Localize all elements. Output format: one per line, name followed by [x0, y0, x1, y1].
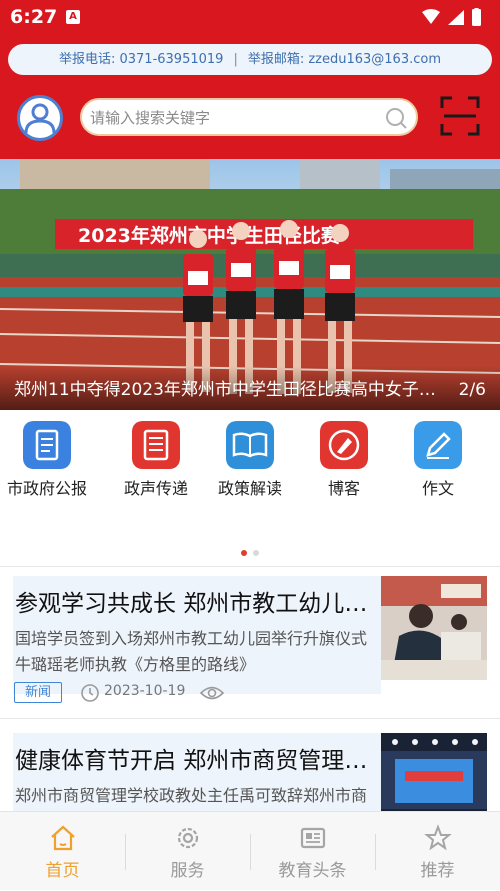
- news-divider: [0, 718, 500, 719]
- pen-nib-icon: [320, 421, 368, 469]
- news-date: 2023-10-19: [104, 683, 186, 699]
- news-thumbnail[interactable]: [381, 576, 487, 680]
- quick-links-page-indicator: [0, 541, 500, 556]
- report-phone: 举报电话: 0371-63951019: [58, 52, 224, 67]
- tab-home[interactable]: 首页: [0, 812, 125, 891]
- status-bar: 6:27 A: [0, 0, 500, 36]
- search-icon[interactable]: [384, 106, 408, 130]
- report-email: 举报邮箱: zzedu163@163.com: [247, 52, 442, 67]
- tab-label: 服务: [170, 861, 205, 881]
- gazette-icon: [23, 421, 71, 469]
- page-dot-active[interactable]: [241, 550, 247, 556]
- quick-link-policy-voice[interactable]: 政声传递: [109, 421, 203, 499]
- tab-services[interactable]: 服务: [125, 812, 250, 891]
- news-item[interactable]: 参观学习共成长 郑州市教工幼儿园迎来国培学员 国培学员签到入场郑州市教工幼儿园举…: [0, 576, 500, 726]
- search-box[interactable]: [80, 98, 418, 136]
- system-status-icons: [422, 8, 481, 26]
- report-hotline-bar: 举报电话: 0371-63951019 | 举报邮箱: zzedu163@163.c…: [8, 44, 492, 75]
- quick-link-policy-interpretation[interactable]: 政策解读: [203, 421, 297, 499]
- status-time: 6:27: [10, 6, 58, 28]
- tab-label: 推荐: [420, 861, 455, 881]
- tab-recommend[interactable]: 推荐: [375, 812, 500, 891]
- signal-icon: [448, 10, 464, 25]
- news-title[interactable]: 健康体育节开启 郑州市商贸管理学校举行: [15, 741, 379, 775]
- hotline-separator: |: [233, 52, 238, 67]
- gear-icon: [177, 827, 198, 849]
- newspaper-icon: [300, 827, 325, 849]
- news-category-tag[interactable]: 新闻: [14, 682, 63, 703]
- app-notification-icon: A: [66, 10, 80, 24]
- document-icon: [132, 421, 180, 469]
- banner-sign-text: 2023年郑州市中学生田径比赛: [78, 224, 341, 247]
- user-icon: [24, 103, 56, 134]
- quick-links: 市政府公报 政声传递 政策解读 博客 作文: [0, 421, 500, 511]
- open-book-icon: [226, 421, 274, 469]
- wifi-icon: [422, 9, 440, 24]
- bottom-tab-bar: 首页 服务 教育头条 推荐: [0, 811, 500, 890]
- quick-link-label: 政声传递: [123, 479, 188, 498]
- home-icon: [50, 825, 75, 851]
- carousel-caption[interactable]: 郑州11中夺得2023年郑州市中学生田径比赛高中女子组团体第一名: [14, 375, 446, 400]
- app-header: 举报电话: 0371-63951019 | 举报邮箱: zzedu163@163.c…: [0, 36, 500, 159]
- tab-label: 教育头条: [278, 861, 347, 881]
- news-summary: 国培学员签到入场郑州市教工幼儿园举行升旗仪式牛璐瑶老师执教《方格里的路线》: [15, 629, 367, 674]
- user-avatar-button[interactable]: [17, 95, 63, 141]
- search-input[interactable]: [90, 106, 380, 130]
- page-dot[interactable]: [253, 550, 259, 556]
- quick-link-gazette[interactable]: 市政府公报: [0, 421, 94, 499]
- views-eye-icon: [200, 686, 224, 700]
- news-meta: 新闻 2023-10-19: [14, 682, 314, 704]
- scan-qr-icon[interactable]: [440, 96, 480, 136]
- section-divider: [0, 566, 500, 567]
- quick-link-essay[interactable]: 作文: [391, 421, 485, 499]
- tab-label: 首页: [45, 861, 80, 881]
- battery-icon: [472, 9, 481, 26]
- quick-link-label: 博客: [327, 479, 360, 498]
- tab-education-headlines[interactable]: 教育头条: [250, 812, 375, 891]
- quick-link-label: 市政府公报: [6, 479, 87, 498]
- pencil-icon: [414, 421, 462, 469]
- quick-link-label: 政策解读: [217, 479, 282, 498]
- star-icon: [423, 824, 452, 851]
- quick-link-label: 作文: [421, 479, 454, 498]
- clock-icon: [81, 684, 99, 702]
- news-carousel[interactable]: 2023年郑州市中学生田径比赛 郑州11中夺得2023年郑州市中学生田径比赛高中…: [0, 159, 500, 410]
- carousel-pager: 2/6: [458, 380, 486, 400]
- quick-link-blog[interactable]: 博客: [297, 421, 391, 499]
- news-title[interactable]: 参观学习共成长 郑州市教工幼儿园迎来国培学员: [15, 584, 379, 618]
